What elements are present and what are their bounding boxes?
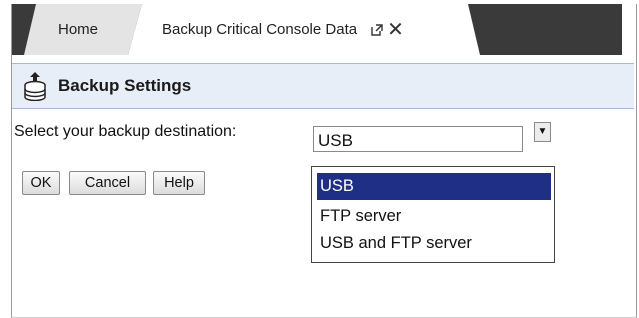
destination-select-arrow[interactable]: ▼ (534, 122, 551, 142)
panel-header: Backup Settings (12, 63, 634, 109)
destination-dropdown-list: USB FTP server USB and FTP server (311, 166, 555, 263)
database-backup-icon (24, 72, 46, 101)
dropdown-option-usb[interactable]: USB (317, 173, 551, 200)
window-frame (11, 4, 637, 318)
ok-button[interactable]: OK (22, 171, 60, 195)
destination-select[interactable]: USB (313, 126, 523, 152)
dropdown-option-usb-and-ftp-server[interactable]: USB and FTP server (317, 230, 551, 257)
chevron-down-icon: ▼ (537, 126, 548, 137)
cancel-button[interactable]: Cancel (69, 171, 146, 195)
dropdown-option-ftp-server[interactable]: FTP server (317, 203, 551, 230)
help-button[interactable]: Help (153, 171, 205, 195)
panel-title: Backup Settings (58, 76, 192, 95)
destination-select-value: USB (318, 131, 353, 150)
destination-label: Select your backup destination: (14, 123, 237, 140)
